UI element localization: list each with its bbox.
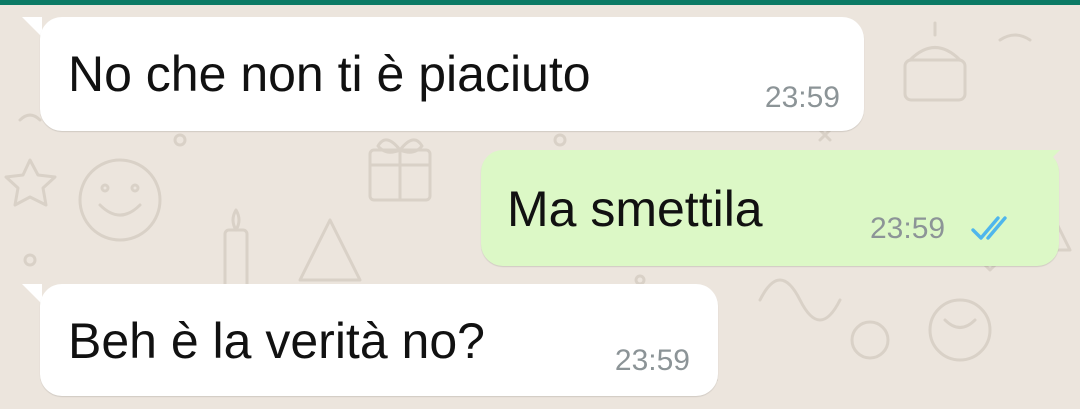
message-text: Beh è la verità no? — [68, 313, 485, 369]
message-timestamp: 23:59 — [614, 344, 690, 377]
incoming-message-bubble[interactable]: No che non ti è piaciuto 23:59 — [40, 17, 864, 131]
incoming-bubble-tail — [22, 17, 42, 37]
outgoing-message-bubble[interactable]: Ma smettila 23:59 — [481, 150, 1059, 266]
message-timestamp: 23:59 — [870, 212, 946, 245]
message-text: Ma smettila — [507, 181, 763, 237]
double-check-read-icon — [971, 216, 1007, 240]
incoming-bubble-tail — [22, 284, 42, 304]
message-timestamp: 23:59 — [764, 81, 840, 114]
incoming-message-bubble[interactable]: Beh è la verità no? 23:59 — [40, 284, 718, 396]
message-text: No che non ti è piaciuto — [68, 46, 591, 102]
